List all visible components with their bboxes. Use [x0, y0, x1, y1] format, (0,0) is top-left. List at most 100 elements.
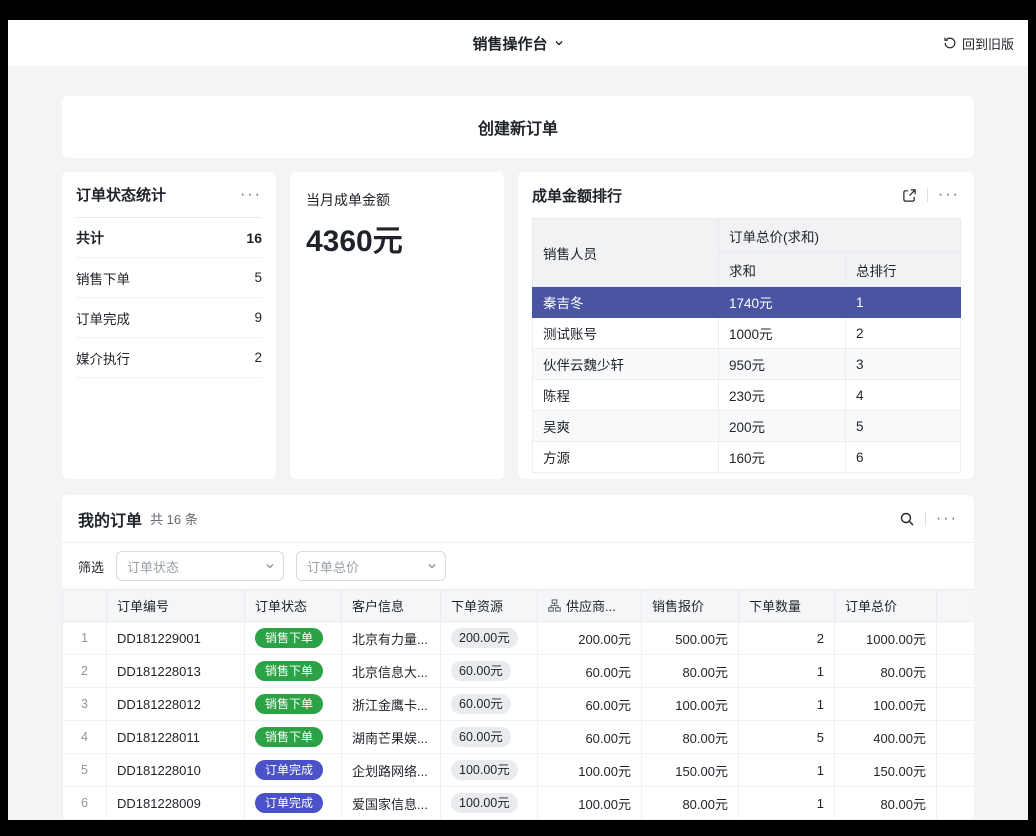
col-order-status[interactable]: 订单状态	[245, 590, 342, 622]
back-to-old-version-button[interactable]: 回到旧版	[943, 20, 1014, 66]
ranking-name: 测试账号	[533, 318, 719, 349]
order-total: 1000.00元	[835, 622, 937, 655]
month-amount-title: 当月成单金额	[306, 190, 488, 210]
order-index: 5	[63, 754, 107, 787]
order-status-card-header: 订单状态统计 ···	[76, 172, 262, 218]
my-orders-count: 共 16 条	[150, 509, 198, 528]
order-row[interactable]: 1DD181229001销售下单北京有力量...200.00元200.00元50…	[63, 622, 975, 655]
order-status: 销售下单	[245, 721, 342, 754]
status-stat-row[interactable]: 媒介执行 2	[76, 338, 262, 378]
order-total: 150.00元	[835, 754, 937, 787]
order-number: DD181228012	[107, 688, 245, 721]
more-icon[interactable]: ···	[938, 187, 960, 203]
ranking-sum: 1740元	[719, 287, 846, 318]
order-row[interactable]: 6DD181228009订单完成爱国家信息...100.00元100.00元80…	[63, 787, 975, 820]
ranking-row[interactable]: 测试账号1000元2	[533, 318, 961, 349]
col-supplier[interactable]: 供应商...	[538, 590, 642, 622]
search-icon[interactable]	[899, 511, 915, 527]
ranking-row[interactable]: 陈程230元4	[533, 380, 961, 411]
order-extra-cell	[937, 622, 975, 655]
ranking-row[interactable]: 秦吉冬1740元1	[533, 287, 961, 318]
col-order-number[interactable]: 订单编号	[107, 590, 245, 622]
status-stat-label: 媒介执行	[76, 348, 130, 368]
order-quantity: 2	[739, 622, 835, 655]
status-stat-row[interactable]: 共计16	[76, 218, 262, 258]
status-badge: 销售下单	[255, 628, 323, 648]
workspace-title-dropdown[interactable]: 销售操作台	[472, 33, 563, 54]
ranking-col-sum: 求和	[719, 253, 846, 287]
status-stat-row[interactable]: 订单完成9	[76, 298, 262, 338]
order-status-card: 订单状态统计 ··· 共计16销售下单5订单完成9 媒介执行 2	[62, 172, 276, 479]
ranking-rank: 5	[846, 411, 961, 442]
ranking-card-title: 成单金额排行	[532, 185, 622, 206]
divider	[927, 188, 928, 202]
create-order-label: 创建新订单	[478, 115, 558, 139]
ranking-rank: 2	[846, 318, 961, 349]
order-status: 销售下单	[245, 655, 342, 688]
back-label: 回到旧版	[962, 34, 1014, 53]
order-sales-quote: 80.00元	[642, 721, 739, 754]
order-extra-cell	[937, 787, 975, 820]
order-status-list: 共计16销售下单5订单完成9 媒介执行 2	[76, 218, 262, 378]
order-status: 销售下单	[245, 622, 342, 655]
order-row[interactable]: 5DD181228010订单完成企划路网络...100.00元100.00元15…	[63, 754, 975, 787]
open-in-new-icon[interactable]	[902, 188, 917, 203]
filter-row: 筛选 订单状态 订单总价	[62, 543, 974, 589]
order-number: DD181228010	[107, 754, 245, 787]
ranking-sum: 200元	[719, 411, 846, 442]
ranking-name: 方源	[533, 442, 719, 473]
col-index	[63, 590, 107, 622]
order-resource: 60.00元	[441, 721, 538, 754]
ranking-rank: 4	[846, 380, 961, 411]
col-total[interactable]: 订单总价	[835, 590, 937, 622]
order-resource: 60.00元	[441, 655, 538, 688]
order-total: 400.00元	[835, 721, 937, 754]
order-quantity: 1	[739, 787, 835, 820]
order-quantity: 1	[739, 655, 835, 688]
month-amount-value: 4360元	[306, 216, 488, 260]
order-status-filter-placeholder: 订单状态	[127, 557, 179, 576]
order-supplier-quote: 100.00元	[538, 754, 642, 787]
col-customer[interactable]: 客户信息	[342, 590, 441, 622]
ranking-name: 陈程	[533, 380, 719, 411]
ranking-rank: 6	[846, 442, 961, 473]
ranking-row[interactable]: 方源160元6	[533, 442, 961, 473]
order-sales-quote: 80.00元	[642, 655, 739, 688]
order-row[interactable]: 4DD181228011销售下单湖南芒果娱...60.00元60.00元80.0…	[63, 721, 975, 754]
ranking-table: 销售人员 订单总价(求和) 求和 总排行 秦吉冬1740元1测试账号1000元2…	[532, 218, 961, 473]
chevron-down-icon	[427, 561, 437, 571]
orders-table: 订单编号 订单状态 客户信息 下单资源 供应商...	[62, 589, 974, 820]
order-quantity: 1	[739, 754, 835, 787]
resource-chip: 100.00元	[451, 760, 518, 781]
ranking-col-rank: 总排行	[846, 253, 961, 287]
order-customer: 北京信息大...	[342, 655, 441, 688]
restore-icon	[943, 36, 957, 50]
order-row[interactable]: 3DD181228012销售下单浙江金鹰卡...60.00元60.00元100.…	[63, 688, 975, 721]
order-number: DD181228013	[107, 655, 245, 688]
col-resource[interactable]: 下单资源	[441, 590, 538, 622]
order-index: 3	[63, 688, 107, 721]
resource-chip: 60.00元	[451, 727, 511, 748]
ranking-row[interactable]: 伙伴云魏少轩950元3	[533, 349, 961, 380]
status-badge: 订单完成	[255, 793, 323, 813]
col-sales-quote[interactable]: 销售报价	[642, 590, 739, 622]
more-icon[interactable]: ···	[240, 187, 262, 203]
col-quantity[interactable]: 下单数量	[739, 590, 835, 622]
more-icon[interactable]: ···	[936, 511, 958, 527]
ranking-rank: 1	[846, 287, 961, 318]
status-stat-label: 共计	[76, 228, 104, 248]
order-total: 100.00元	[835, 688, 937, 721]
ranking-row[interactable]: 吴爽200元5	[533, 411, 961, 442]
col-supplier-label: 供应商...	[566, 596, 616, 615]
order-row[interactable]: 2DD181228013销售下单北京信息大...60.00元60.00元80.0…	[63, 655, 975, 688]
order-supplier-quote: 200.00元	[538, 622, 642, 655]
top-bar: 销售操作台 回到旧版	[8, 20, 1028, 66]
order-resource: 100.00元	[441, 754, 538, 787]
order-total-filter-select[interactable]: 订单总价	[296, 551, 446, 581]
order-extra-cell	[937, 721, 975, 754]
order-status-filter-select[interactable]: 订单状态	[116, 551, 284, 581]
create-order-button[interactable]: 创建新订单	[62, 96, 974, 158]
status-stat-value: 2	[254, 350, 262, 365]
chevron-down-icon	[265, 561, 275, 571]
status-stat-row[interactable]: 销售下单5	[76, 258, 262, 298]
